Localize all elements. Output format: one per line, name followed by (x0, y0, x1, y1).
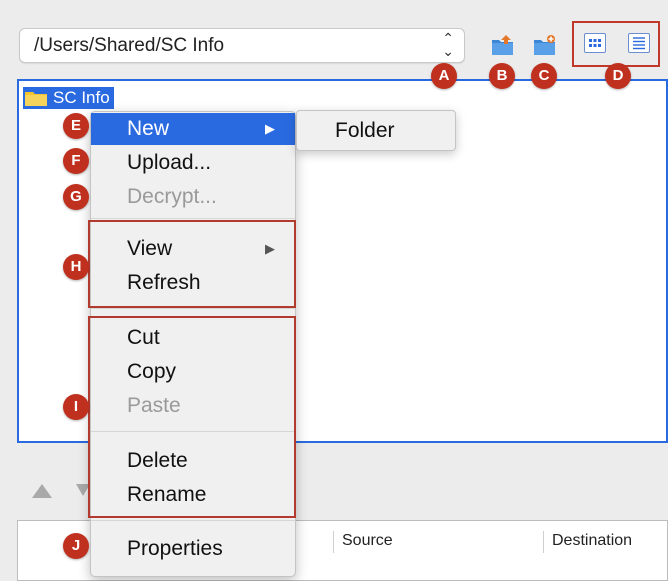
move-up-icon[interactable] (32, 484, 52, 498)
path-value: /Users/Shared/SC Info (34, 35, 225, 56)
menu-item-properties[interactable]: Properties (91, 533, 295, 565)
tree-item-label: SC Info (53, 88, 110, 107)
highlight-box-view-group (88, 220, 296, 308)
callout-badge-i: I (63, 394, 89, 420)
path-selector[interactable]: /Users/Shared/SC Info ⌃ ⌄ (19, 28, 465, 63)
new-submenu: Folder (296, 110, 456, 151)
view-mode-toggle (572, 21, 660, 67)
callout-badge-b: B (489, 63, 515, 89)
menu-separator (91, 308, 295, 309)
menu-item-new[interactable]: New ▶ (91, 113, 295, 145)
menu-item-decrypt: Decrypt... (127, 185, 217, 208)
upload-folder-icon[interactable] (491, 34, 515, 56)
new-folder-icon[interactable] (533, 34, 557, 56)
callout-badge-g: G (63, 184, 89, 210)
chevron-updown-icon: ⌃ ⌄ (442, 30, 454, 59)
callout-badge-f: F (63, 148, 89, 174)
callout-badge-e: E (63, 113, 89, 139)
highlight-box-edit-group (88, 316, 296, 518)
column-header-destination[interactable]: Destination (543, 531, 668, 553)
callout-badge-j: J (63, 533, 89, 559)
column-header-source[interactable]: Source (333, 531, 543, 553)
menu-item-new-label: New (127, 117, 170, 140)
submenu-item-folder[interactable]: Folder (297, 115, 455, 147)
menu-separator (91, 218, 295, 219)
tree-item-sc-info[interactable]: SC Info (23, 87, 114, 109)
submenu-arrow-icon: ▶ (265, 121, 275, 136)
callout-badge-c: C (531, 63, 557, 89)
menu-item-upload[interactable]: Upload... (91, 147, 295, 179)
callout-badge-a: A (431, 63, 457, 89)
callout-badge-d: D (605, 63, 631, 89)
grid-view-icon[interactable] (584, 33, 606, 53)
menu-separator (91, 520, 295, 521)
callout-badge-h: H (63, 254, 89, 280)
list-view-icon[interactable] (628, 33, 650, 53)
folder-icon (25, 92, 47, 106)
